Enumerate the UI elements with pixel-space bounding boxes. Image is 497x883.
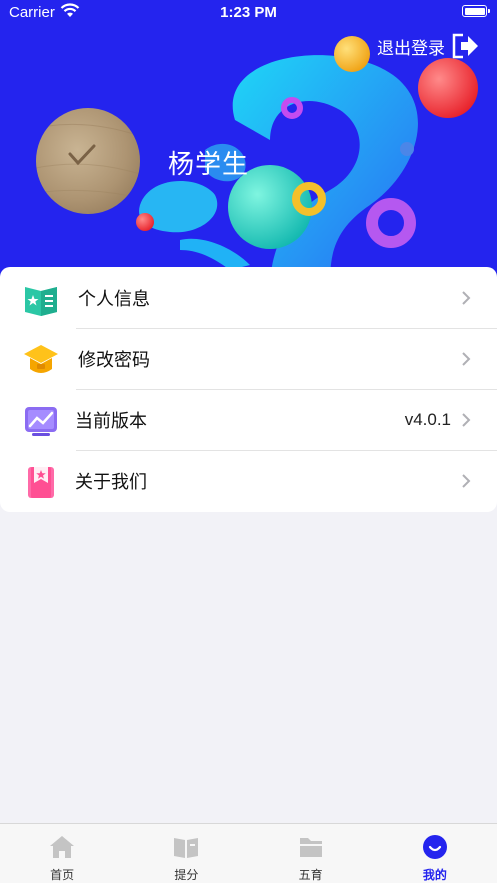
tab-home[interactable]: 首页 bbox=[0, 824, 124, 883]
tab-label: 提分 bbox=[174, 868, 199, 882]
chevron-right-icon bbox=[462, 474, 471, 488]
menu-item-version[interactable]: 当前版本 v4.0.1 bbox=[0, 389, 497, 450]
chart-monitor-icon bbox=[25, 407, 57, 436]
clock: 1:23 PM bbox=[220, 4, 277, 21]
user-name: 杨学生 bbox=[168, 150, 250, 180]
chevron-right-icon bbox=[462, 291, 471, 305]
chevron-right-icon bbox=[462, 352, 471, 366]
smile-icon bbox=[422, 835, 447, 859]
avatar[interactable] bbox=[36, 108, 140, 214]
home-icon bbox=[50, 836, 75, 858]
menu-item-profile[interactable]: 个人信息 bbox=[0, 267, 497, 328]
tab-improve[interactable]: 提分 bbox=[124, 824, 248, 883]
graduation-cap-icon bbox=[24, 345, 58, 373]
logout-icon bbox=[452, 33, 478, 59]
tab-five-education[interactable]: 五育 bbox=[249, 824, 373, 883]
chevron-right-icon bbox=[462, 413, 471, 427]
book-icon bbox=[174, 838, 199, 858]
menu-item-label: 关于我们 bbox=[75, 471, 147, 493]
tab-bar: 首页 提分 五育 我的 bbox=[0, 823, 497, 883]
profile-book-icon bbox=[25, 287, 57, 316]
tab-label: 首页 bbox=[50, 868, 75, 882]
tab-mine[interactable]: 我的 bbox=[373, 824, 497, 883]
battery-icon bbox=[462, 5, 490, 17]
star-bookmark-icon bbox=[28, 467, 54, 498]
menu-item-label: 修改密码 bbox=[78, 349, 150, 371]
status-bar: Carrier 1:23 PM bbox=[0, 0, 497, 26]
profile-header: Carrier 1:23 PM 退出登录 杨学生 bbox=[0, 0, 497, 290]
menu-item-label: 当前版本 bbox=[75, 410, 147, 432]
menu-item-about[interactable]: 关于我们 bbox=[0, 450, 497, 511]
tab-label: 五育 bbox=[298, 868, 323, 882]
menu-card: 个人信息 修改密码 当前版本 v4.0.1 关于我们 bbox=[0, 267, 497, 512]
folder-icon bbox=[299, 838, 322, 857]
version-value: v4.0.1 bbox=[404, 409, 451, 429]
logout-button[interactable]: 退出登录 bbox=[377, 33, 479, 59]
menu-item-label: 个人信息 bbox=[78, 288, 150, 310]
tab-label: 我的 bbox=[422, 868, 447, 882]
menu-item-change-password[interactable]: 修改密码 bbox=[0, 328, 497, 389]
logout-label: 退出登录 bbox=[377, 38, 445, 59]
